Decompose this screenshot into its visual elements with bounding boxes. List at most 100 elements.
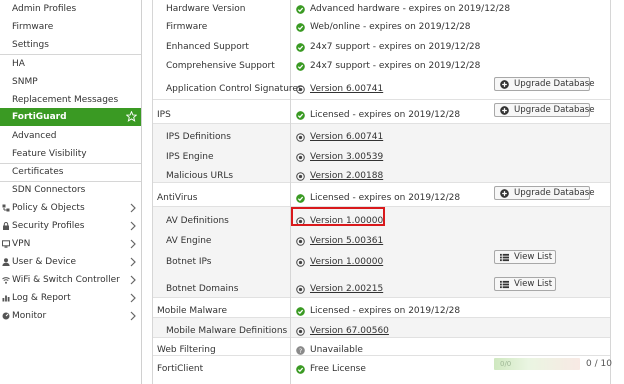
sidebar-item-label: FortiGuard — [12, 112, 67, 122]
sidebar-group-label: Log & Report — [12, 293, 71, 303]
sidebar-item-snmp[interactable]: SNMP — [0, 73, 141, 91]
radio-dot-icon — [296, 237, 305, 246]
button-label: View List — [514, 279, 553, 289]
check-circle-icon — [296, 194, 305, 203]
row-name: AntiVirus — [157, 193, 198, 203]
view-list-button[interactable]: View List — [494, 250, 556, 264]
sidebar-item-certificates[interactable]: Certificates — [0, 163, 141, 181]
radio-dot-icon — [296, 172, 305, 181]
list-icon — [500, 253, 509, 262]
row-name: Comprehensive Support — [166, 61, 275, 71]
row-name: Botnet Domains — [166, 284, 239, 294]
gauge-icon — [2, 312, 10, 320]
radio-dot-icon — [296, 258, 305, 267]
sidebar-group-wifi-switch[interactable]: WiFi & Switch Controller — [0, 271, 141, 289]
sidebar-item-settings[interactable]: Settings — [0, 36, 141, 54]
status-text: Unavailable — [310, 345, 363, 355]
sidebar-item-label: Replacement Messages — [12, 95, 119, 105]
status-text: Advanced hardware - expires on 2019/12/2… — [310, 4, 511, 14]
sidebar-group-vpn[interactable]: VPN — [0, 235, 141, 253]
license-bar-label: 0/0 — [500, 360, 512, 368]
sidebar-item-label: Firmware — [12, 22, 54, 32]
sidebar-item-fortiguard[interactable]: FortiGuard — [0, 108, 141, 126]
chart-icon — [2, 295, 10, 302]
user-icon — [2, 258, 10, 266]
sidebar-item-label: HA — [12, 59, 25, 69]
sidebar-item-label: SNMP — [12, 77, 38, 87]
button-label: Upgrade Database — [514, 105, 595, 115]
button-label: Upgrade Database — [514, 79, 595, 89]
radio-dot-icon — [296, 327, 305, 336]
row-name: IPS Definitions — [166, 132, 231, 142]
row-name: Botnet IPs — [166, 257, 212, 267]
forticlient-license-count: 0 / 10 — [586, 359, 612, 369]
sidebar-group-log-report[interactable]: Log & Report — [0, 289, 141, 307]
version-link[interactable]: Version 1.00000 — [310, 257, 383, 267]
sidebar-group-security-profiles[interactable]: Security Profiles — [0, 217, 141, 235]
row-divider — [152, 355, 610, 356]
row-name: Malicious URLs — [166, 171, 234, 181]
sidebar-item-label: Settings — [12, 40, 49, 50]
sidebar-group-label: Monitor — [12, 311, 47, 321]
view-list-button[interactable]: View List — [494, 277, 556, 291]
policy-icon — [2, 204, 10, 212]
check-circle-icon — [296, 43, 305, 52]
sidebar: Admin Profiles Firmware Settings HA SNMP… — [0, 0, 142, 384]
sidebar-group-label: VPN — [12, 239, 31, 249]
chevron-right-icon — [130, 311, 136, 321]
chevron-right-icon — [130, 203, 136, 213]
sidebar-item-admin-profiles[interactable]: Admin Profiles — [0, 0, 141, 18]
upgrade-database-button[interactable]: Upgrade Database — [494, 77, 594, 91]
chevron-right-icon — [130, 239, 136, 249]
sidebar-item-replacement-messages[interactable]: Replacement Messages — [0, 91, 141, 109]
row-divider — [152, 297, 610, 298]
version-link[interactable]: Version 5.00361 — [310, 236, 383, 246]
sidebar-item-label: Advanced — [12, 131, 57, 141]
upgrade-database-button[interactable]: Upgrade Database — [494, 186, 594, 200]
check-circle-icon — [296, 5, 305, 14]
sidebar-group-monitor[interactable]: Monitor — [0, 307, 141, 325]
chevron-right-icon — [130, 275, 136, 285]
sidebar-item-ha[interactable]: HA — [0, 55, 141, 73]
version-link[interactable]: Version 2.00188 — [310, 171, 383, 181]
version-link[interactable]: Version 2.00215 — [310, 284, 383, 294]
sidebar-group-policy-objects[interactable]: Policy & Objects — [0, 199, 141, 217]
status-text: 24x7 support - expires on 2019/12/28 — [310, 42, 481, 52]
highlight-box — [291, 207, 385, 226]
row-divider — [152, 99, 610, 100]
button-label: View List — [514, 252, 553, 262]
sidebar-item-label: Feature Visibility — [12, 149, 87, 159]
row-name: Hardware Version — [166, 4, 246, 14]
svg-text:?: ? — [299, 348, 302, 355]
row-name: AV Engine — [166, 236, 212, 246]
upgrade-database-button[interactable]: Upgrade Database — [494, 103, 594, 117]
version-link[interactable]: Version 6.00741 — [310, 132, 383, 142]
sidebar-item-feature-visibility[interactable]: Feature Visibility — [0, 145, 141, 163]
sidebar-group-label: WiFi & Switch Controller — [12, 275, 120, 285]
version-link[interactable]: Version 67.00560 — [310, 326, 389, 336]
lock-icon — [3, 222, 9, 230]
version-link[interactable]: Version 3.00539 — [310, 152, 383, 162]
radio-dot-icon — [296, 285, 305, 294]
row-name: FortiClient — [157, 364, 204, 374]
sidebar-item-label: SDN Connectors — [12, 185, 86, 195]
sidebar-group-label: Security Profiles — [12, 221, 85, 231]
sidebar-group-label: Policy & Objects — [12, 203, 85, 213]
row-name: Web Filtering — [157, 345, 216, 355]
column-divider — [152, 0, 153, 384]
status-text: Licensed - expires on 2019/12/28 — [310, 110, 461, 120]
version-link[interactable]: Version 6.00741 — [310, 84, 383, 94]
chevron-right-icon — [130, 293, 136, 303]
check-circle-icon — [296, 365, 305, 374]
sidebar-item-sdn-connectors[interactable]: SDN Connectors — [0, 181, 141, 199]
row-divider — [152, 337, 610, 338]
radio-dot-icon — [296, 153, 305, 162]
list-icon — [500, 280, 509, 289]
row-name: Mobile Malware Definitions — [166, 326, 288, 336]
check-circle-icon — [296, 23, 305, 32]
star-icon[interactable] — [126, 111, 137, 122]
sidebar-group-user-device[interactable]: User & Device — [0, 253, 141, 271]
row-divider — [152, 317, 610, 318]
sidebar-item-advanced[interactable]: Advanced — [0, 127, 141, 145]
sidebar-item-firmware[interactable]: Firmware — [0, 18, 141, 36]
